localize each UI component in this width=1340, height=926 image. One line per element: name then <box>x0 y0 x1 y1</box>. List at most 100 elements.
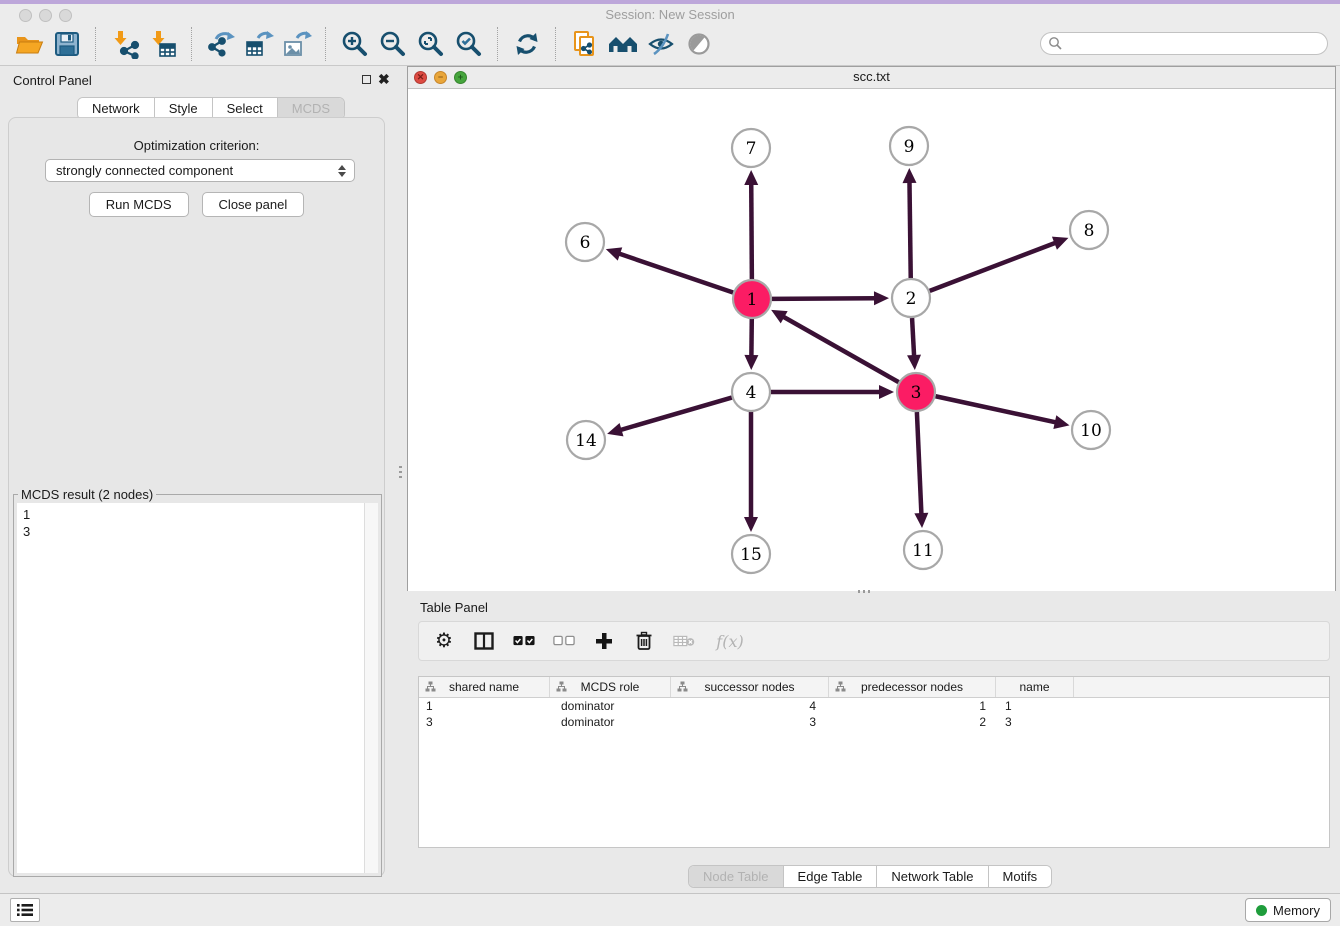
open-session-button[interactable] <box>13 28 45 60</box>
network-canvas[interactable]: 7968124314101511 <box>408 89 1335 591</box>
show-all-button[interactable] <box>683 28 715 60</box>
export-network-button[interactable] <box>205 28 237 60</box>
import-network-button[interactable] <box>109 28 141 60</box>
horizontal-splitter-grip[interactable] <box>858 590 872 593</box>
network-window-titlebar[interactable]: ✕ − + scc.txt <box>408 67 1335 89</box>
column-header-shared-name[interactable]: shared name <box>419 677 550 697</box>
fx-icon: f(x) <box>716 632 743 651</box>
delete-table-button[interactable] <box>673 630 695 652</box>
run-mcds-button[interactable]: Run MCDS <box>89 192 189 217</box>
zoom-out-button[interactable] <box>377 28 409 60</box>
table-settings-button[interactable]: ⚙ <box>433 630 455 652</box>
column-header-mcds-role[interactable]: MCDS role <box>550 677 671 697</box>
zoom-in-button[interactable] <box>339 28 371 60</box>
result-line: 3 <box>23 523 372 540</box>
cell-successor-nodes[interactable]: 3 <box>671 715 829 729</box>
cell-predecessor-nodes[interactable]: 2 <box>829 715 996 729</box>
tab-mcds[interactable]: MCDS <box>277 98 344 119</box>
zoom-selected-icon <box>455 30 483 58</box>
float-panel-icon[interactable] <box>362 75 371 84</box>
memory-button[interactable]: Memory <box>1245 898 1331 922</box>
toolbar-separator <box>497 27 499 61</box>
unchecked-boxes-icon <box>553 635 575 647</box>
add-column-button[interactable] <box>593 630 615 652</box>
graph-edge-1-2[interactable] <box>772 298 876 299</box>
import-table-button[interactable] <box>147 28 179 60</box>
hide-eye-icon <box>646 29 676 59</box>
delete-column-button[interactable] <box>633 630 655 652</box>
export-table-button[interactable] <box>243 28 275 60</box>
gear-icon: ⚙ <box>435 631 453 651</box>
show-columns-button[interactable] <box>473 630 495 652</box>
save-disk-icon <box>52 29 82 59</box>
tab-motifs[interactable]: Motifs <box>988 866 1052 887</box>
export-table-icon <box>244 29 274 59</box>
cell-mcds-role[interactable]: dominator <box>550 699 671 713</box>
open-folder-icon <box>14 29 44 59</box>
cell-mcds-role[interactable]: dominator <box>550 715 671 729</box>
tab-style[interactable]: Style <box>154 98 212 119</box>
search-input[interactable] <box>1040 32 1328 55</box>
graph-edge-arrowhead <box>744 170 758 185</box>
graph-edge-2-8[interactable] <box>930 242 1057 290</box>
memory-status-dot <box>1256 905 1267 916</box>
graph-edge-arrowhead <box>914 513 928 528</box>
table-header-row: shared name MCDS role <box>419 677 1329 698</box>
mcds-result-area[interactable]: 1 3 <box>17 503 378 873</box>
table-row[interactable]: 3 dominator 3 2 3 <box>419 714 1329 730</box>
tab-node-table[interactable]: Node Table <box>689 866 783 887</box>
deselect-all-button[interactable] <box>553 630 575 652</box>
cell-successor-nodes[interactable]: 4 <box>671 699 829 713</box>
graph-edge-1-7[interactable] <box>751 183 752 279</box>
column-header-predecessor-nodes[interactable]: predecessor nodes <box>829 677 996 697</box>
cell-name[interactable]: 3 <box>996 715 1074 729</box>
cell-shared-name[interactable]: 3 <box>419 715 550 729</box>
hide-selected-button[interactable] <box>645 28 677 60</box>
close-panel-icon[interactable]: ✖ <box>378 73 390 85</box>
graph-edge-arrowhead <box>744 355 758 370</box>
column-header-name[interactable]: name <box>996 677 1074 697</box>
graph-node-label: 15 <box>740 545 762 565</box>
first-neighbors-button[interactable] <box>607 28 639 60</box>
tab-network-table[interactable]: Network Table <box>876 866 987 887</box>
cell-predecessor-nodes[interactable]: 1 <box>829 699 996 713</box>
criterion-dropdown[interactable]: strongly connected component <box>45 159 355 182</box>
export-image-button[interactable] <box>281 28 313 60</box>
zoom-selected-button[interactable] <box>453 28 485 60</box>
task-history-button[interactable] <box>10 898 40 922</box>
graph-edge-3-11[interactable] <box>917 412 922 515</box>
new-network-from-selection-button[interactable] <box>569 28 601 60</box>
vertical-splitter-grip[interactable] <box>399 466 402 480</box>
graph-edge-2-3[interactable] <box>912 318 914 357</box>
optimization-criterion-label: Optimization criterion: <box>9 138 384 153</box>
graph-edge-3-10[interactable] <box>936 396 1057 422</box>
delete-table-icon <box>673 634 695 648</box>
zoom-fit-button[interactable] <box>415 28 447 60</box>
select-all-button[interactable] <box>513 630 535 652</box>
graph-edge-arrowhead <box>1053 415 1069 429</box>
column-header-successor-nodes[interactable]: successor nodes <box>671 677 829 697</box>
function-builder-button[interactable]: f(x) <box>713 630 747 652</box>
show-eye-icon <box>685 30 713 58</box>
graph-edge-4-14[interactable] <box>620 398 732 431</box>
toolbar-separator <box>191 27 193 61</box>
close-panel-button[interactable]: Close panel <box>202 192 305 217</box>
graph-node-label: 1 <box>747 290 758 310</box>
checked-boxes-icon <box>513 635 535 647</box>
result-scrollbar[interactable] <box>364 503 378 873</box>
tab-select[interactable]: Select <box>212 98 277 119</box>
graph-edge-2-9[interactable] <box>909 181 910 278</box>
save-session-button[interactable] <box>51 28 83 60</box>
cell-name[interactable]: 1 <box>996 699 1074 713</box>
apply-layout-button[interactable] <box>511 28 543 60</box>
tab-edge-table[interactable]: Edge Table <box>783 866 877 887</box>
table-row[interactable]: 1 dominator 4 1 1 <box>419 698 1329 714</box>
tab-network[interactable]: Network <box>78 98 154 119</box>
graph-node-label: 10 <box>1080 421 1102 441</box>
graph-edge-1-6[interactable] <box>618 253 733 292</box>
cell-shared-name[interactable]: 1 <box>419 699 550 713</box>
main-titlebar: Session: New Session <box>0 4 1340 22</box>
graph-node-label: 7 <box>746 139 757 159</box>
graph-edge-3-1[interactable] <box>782 316 898 382</box>
hierarchy-icon <box>556 681 567 692</box>
